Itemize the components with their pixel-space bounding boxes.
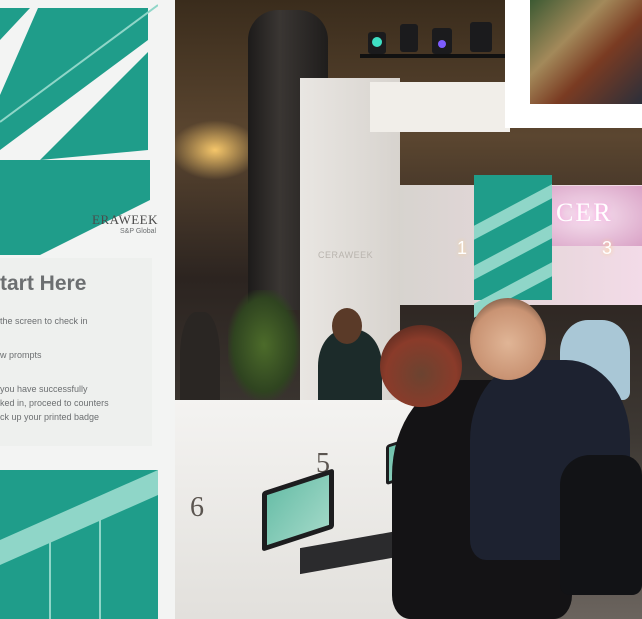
attendee-head-man: [470, 298, 546, 380]
instruction-line-3: you have successfully: [0, 384, 88, 394]
counter-number-6: 6: [190, 492, 204, 523]
teal-pattern-tower: [474, 175, 552, 318]
stage-lights: [360, 22, 510, 58]
booth-number-3: 3: [602, 238, 613, 258]
booth-number-1: 1: [457, 238, 468, 258]
booth-header-wall: [370, 82, 510, 132]
sign-sp-global-sub: S&P Global: [120, 228, 157, 235]
booth-ceraweek-text: CER: [556, 198, 613, 227]
inset-photo: [530, 0, 642, 104]
sign-ceraweek-logo: ERAWEEK: [92, 212, 158, 227]
instruction-line-4: ked in, proceed to counters: [0, 398, 109, 408]
attendee-head: [332, 308, 362, 344]
registration-hall-photo: CERAWEEK CER 1 2 3 6 5 ERAWEEK S&P Gl: [0, 0, 642, 619]
backpack: [560, 455, 642, 595]
start-here-title: tart Here: [0, 272, 87, 295]
instruction-line-2: w prompts: [0, 350, 42, 360]
potted-plant: [228, 290, 300, 400]
instruction-line-1: the screen to check in: [0, 316, 88, 326]
instruction-line-5: ck up your printed badge: [0, 412, 100, 422]
attendee-head-curly: [380, 325, 462, 407]
teal-geometric-pattern-bottom: [0, 470, 158, 619]
wall-ceraweek-logo: CERAWEEK: [318, 250, 374, 260]
ceiling-light-glow: [170, 120, 260, 180]
